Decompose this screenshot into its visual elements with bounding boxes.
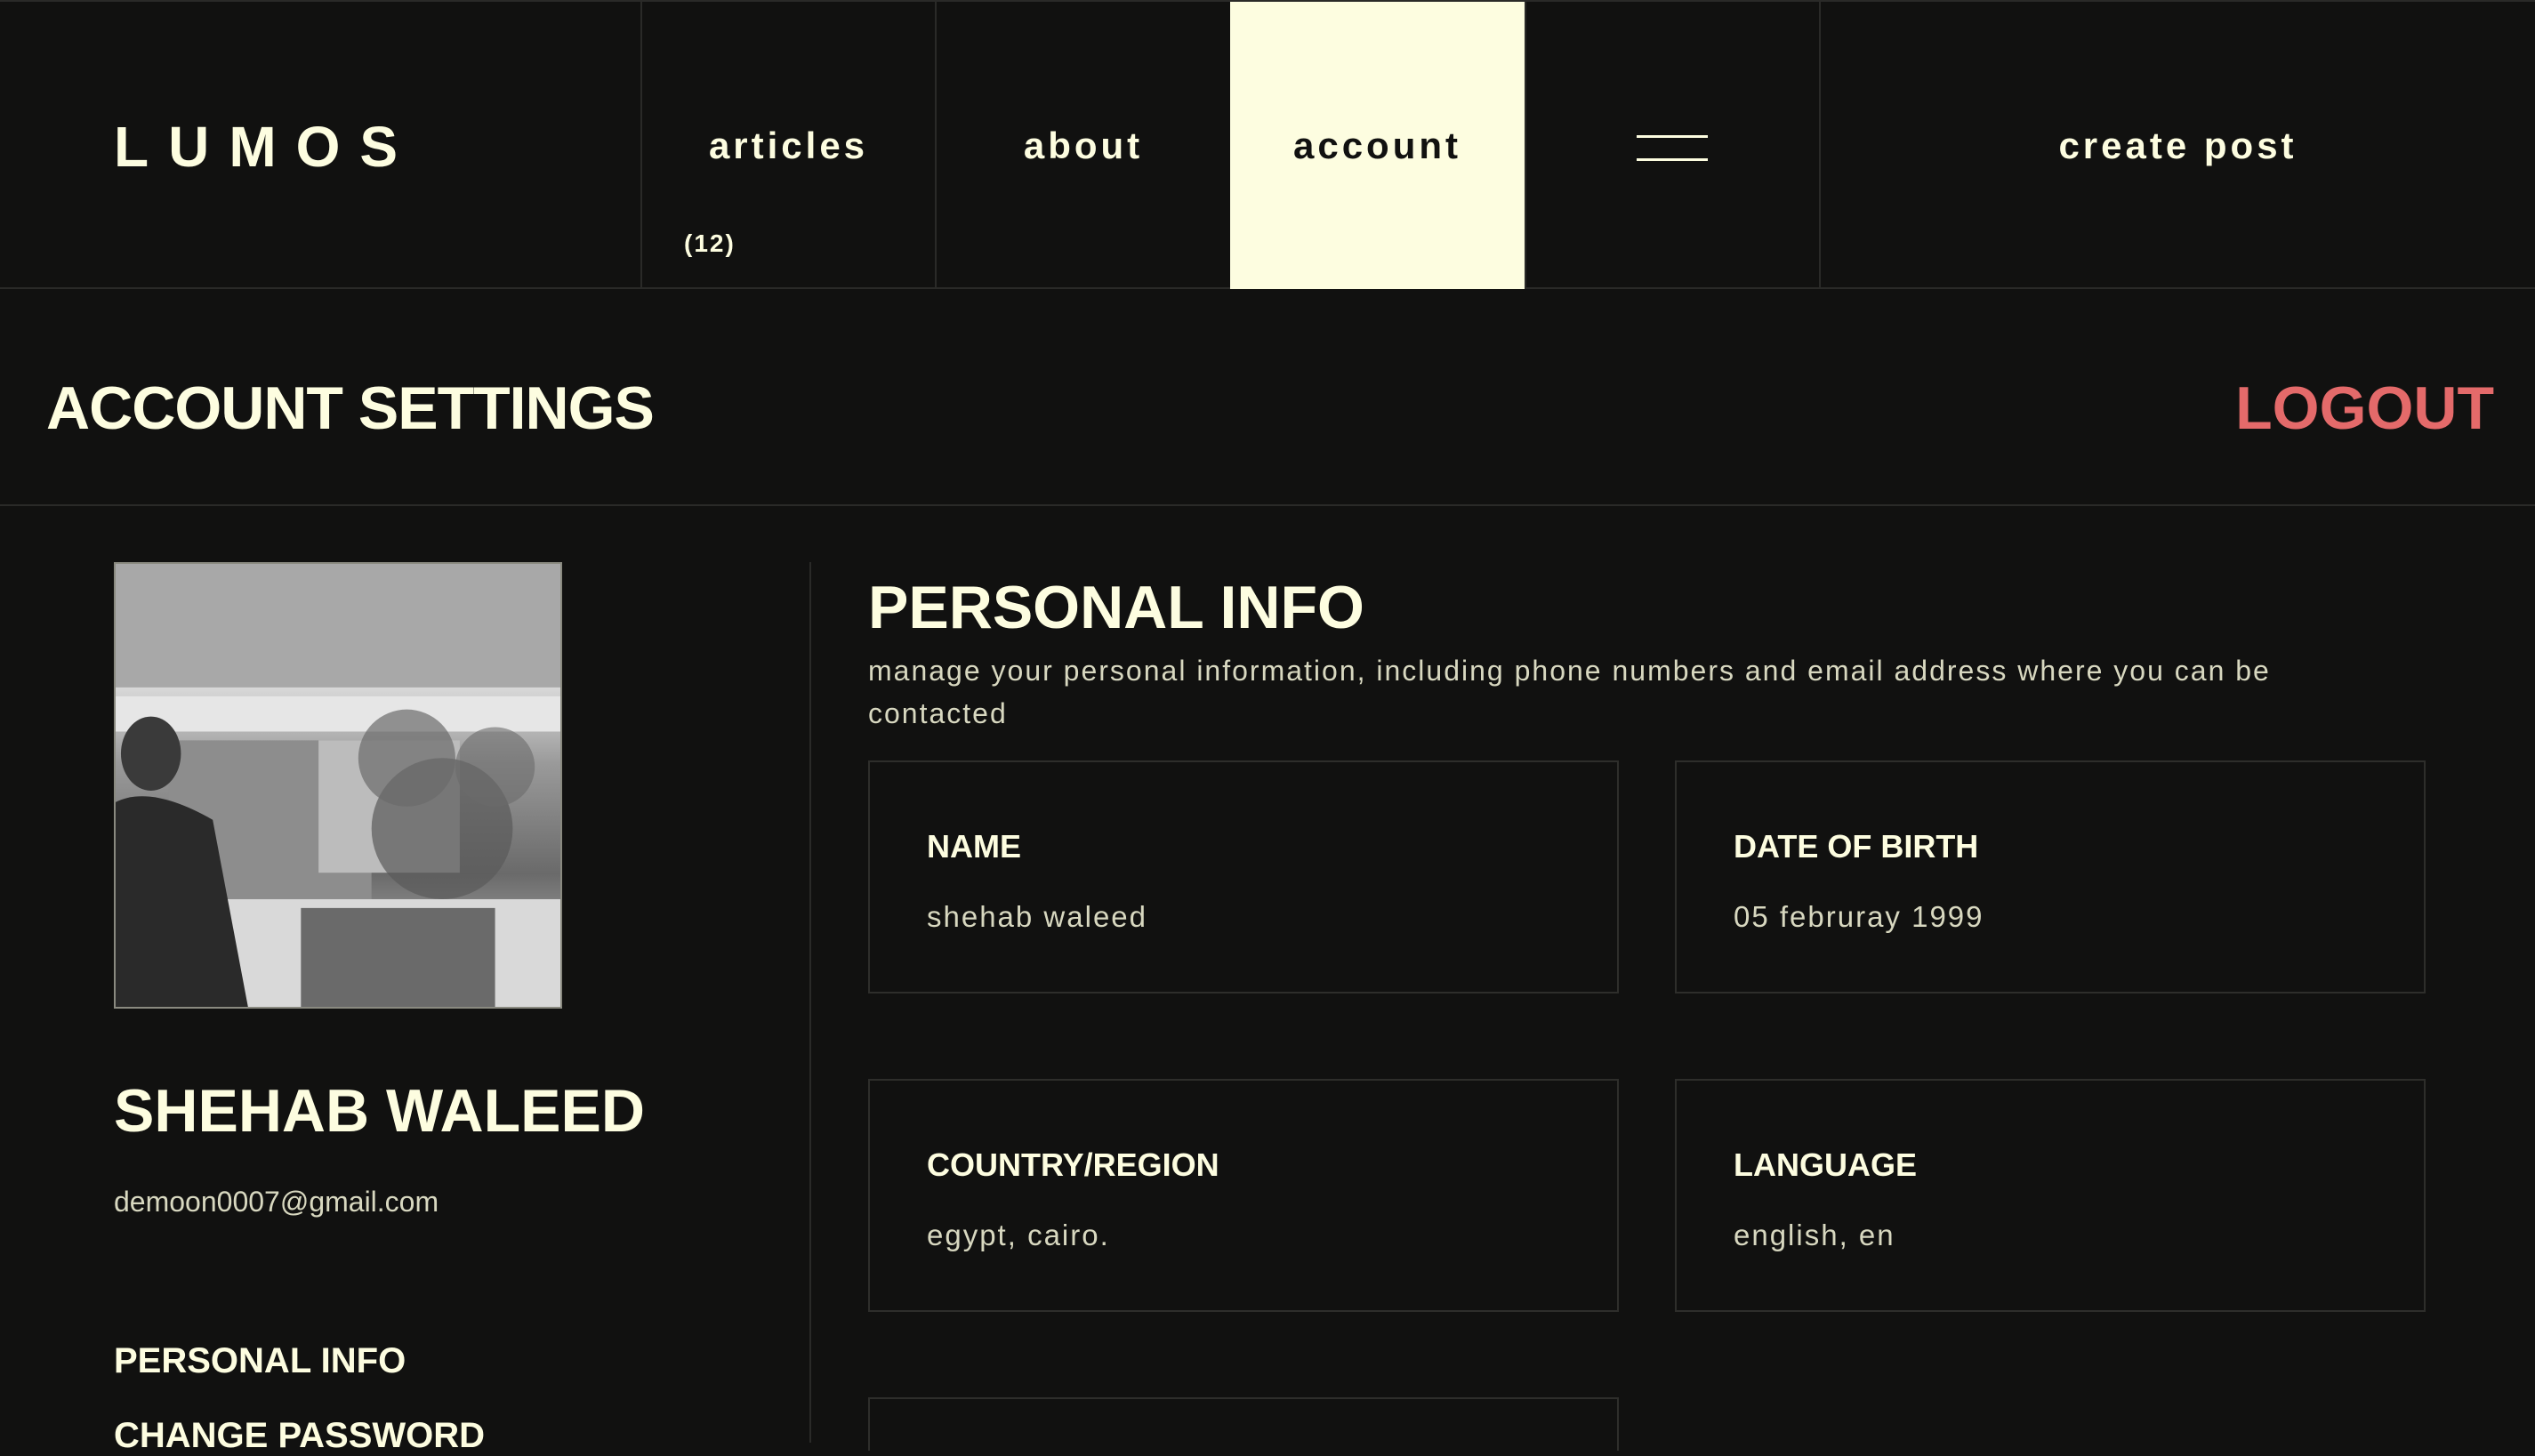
nav-item-account[interactable]: account bbox=[1230, 2, 1525, 289]
create-post-button[interactable]: create post bbox=[1819, 2, 2535, 289]
nav-item-label: account bbox=[1292, 125, 1462, 166]
nav-item-label: articles bbox=[708, 125, 869, 166]
field-label: LANGUAGE bbox=[1734, 1146, 1917, 1183]
nav-item-label: about bbox=[1023, 125, 1144, 166]
field-label: COUNTRY/REGION bbox=[927, 1146, 1219, 1183]
field-value: english, en bbox=[1734, 1219, 1895, 1251]
language-field[interactable]: LANGUAGE english, en bbox=[1675, 1079, 2426, 1312]
section-title: PERSONAL INFO bbox=[868, 574, 1364, 641]
sidebar-item-change-password[interactable]: CHANGE PASSWORD bbox=[114, 1416, 485, 1456]
menu-button[interactable] bbox=[1525, 2, 1819, 289]
top-nav: LUMOS articles (12) about account create… bbox=[0, 0, 2535, 289]
profile-email: demoon0007@gmail.com bbox=[114, 1186, 439, 1218]
section-description: manage your personal information, includ… bbox=[868, 655, 2271, 729]
column-divider bbox=[809, 562, 811, 1443]
page-title: ACCOUNT SETTINGS bbox=[46, 374, 655, 442]
hamburger-icon bbox=[1637, 135, 1708, 162]
date-of-birth-field[interactable]: DATE OF BIRTH 05 februray 1999 bbox=[1675, 760, 2426, 993]
field-value: shehab waleed bbox=[927, 900, 1148, 933]
site-logo[interactable]: LUMOS bbox=[114, 114, 417, 180]
additional-field[interactable] bbox=[868, 1397, 1619, 1451]
name-field[interactable]: NAME shehab waleed bbox=[868, 760, 1619, 993]
logout-button[interactable]: LOGOUT bbox=[2235, 374, 2494, 443]
field-value: egypt, cairo. bbox=[927, 1219, 1110, 1251]
articles-count-badge: (12) bbox=[684, 229, 736, 257]
field-label: NAME bbox=[927, 828, 1021, 865]
profile-name: SHEHAB WALEED bbox=[114, 1077, 645, 1145]
country-region-field[interactable]: COUNTRY/REGION egypt, cairo. bbox=[868, 1079, 1619, 1312]
page-header: ACCOUNT SETTINGS LOGOUT bbox=[0, 289, 2535, 506]
nav-item-articles[interactable]: articles (12) bbox=[640, 2, 935, 289]
avatar-photo bbox=[116, 564, 560, 1007]
field-value: 05 februray 1999 bbox=[1734, 900, 1984, 933]
sidebar-item-personal-info[interactable]: PERSONAL INFO bbox=[114, 1341, 406, 1381]
field-label: DATE OF BIRTH bbox=[1734, 828, 1979, 865]
create-post-label: create post bbox=[2058, 125, 2298, 166]
avatar[interactable] bbox=[114, 562, 562, 1009]
nav-item-about[interactable]: about bbox=[935, 2, 1230, 289]
